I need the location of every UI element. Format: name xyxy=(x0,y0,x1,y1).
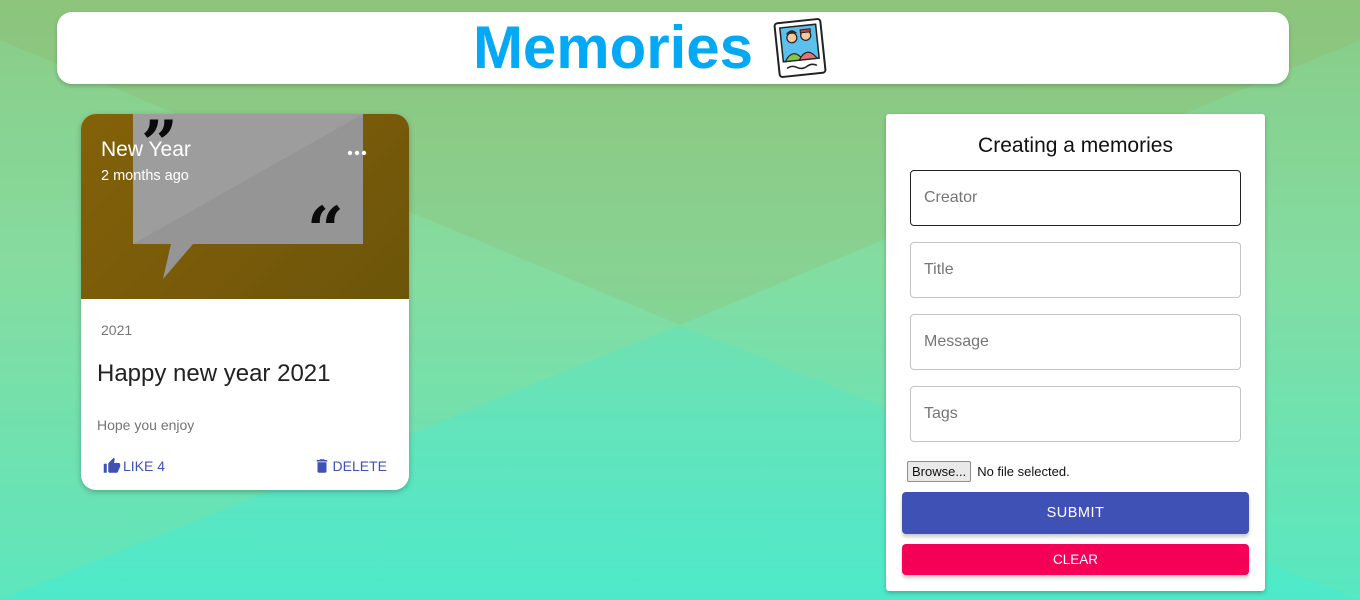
card-title: New Year xyxy=(101,138,191,161)
form-title: Creating a memories xyxy=(978,134,1173,157)
app-bar: Memories xyxy=(57,12,1289,84)
browse-button[interactable]: Browse... xyxy=(907,461,972,482)
creator-input[interactable] xyxy=(910,170,1241,226)
delete-label: DELETE xyxy=(332,458,387,474)
like-button[interactable]: LIKE 4 xyxy=(103,457,165,475)
delete-button[interactable]: DELETE xyxy=(313,457,387,475)
create-memory-form: Creating a memories Browse... No file se… xyxy=(886,114,1265,591)
card-heading: Happy new year 2021 xyxy=(97,360,331,387)
message-input[interactable] xyxy=(910,314,1241,370)
card-tags: 2021 xyxy=(101,322,133,338)
file-input: Browse... No file selected. xyxy=(907,461,1070,482)
file-status: No file selected. xyxy=(977,464,1070,479)
more-horiz-icon xyxy=(347,150,367,156)
card-timestamp: 2 months ago xyxy=(101,168,189,184)
tags-input[interactable] xyxy=(910,386,1241,442)
memory-card: ” “ New Year 2 months ago 2021 Happy new… xyxy=(81,114,409,490)
like-label: LIKE 4 xyxy=(123,458,166,474)
trash-icon xyxy=(316,459,327,473)
title-input[interactable] xyxy=(910,242,1241,298)
thumb-up-icon xyxy=(103,457,121,473)
card-message: Hope you enjoy xyxy=(97,417,195,433)
card-actions: LIKE 4 DELETE xyxy=(103,457,387,475)
more-options-button[interactable] xyxy=(347,144,367,156)
submit-button[interactable]: SUBMIT xyxy=(902,492,1249,534)
photo-memories-icon xyxy=(773,18,827,78)
clear-button[interactable]: CLEAR xyxy=(902,544,1249,575)
card-media: ” “ New Year 2 months ago xyxy=(81,114,409,299)
app-title: Memories xyxy=(472,14,754,81)
